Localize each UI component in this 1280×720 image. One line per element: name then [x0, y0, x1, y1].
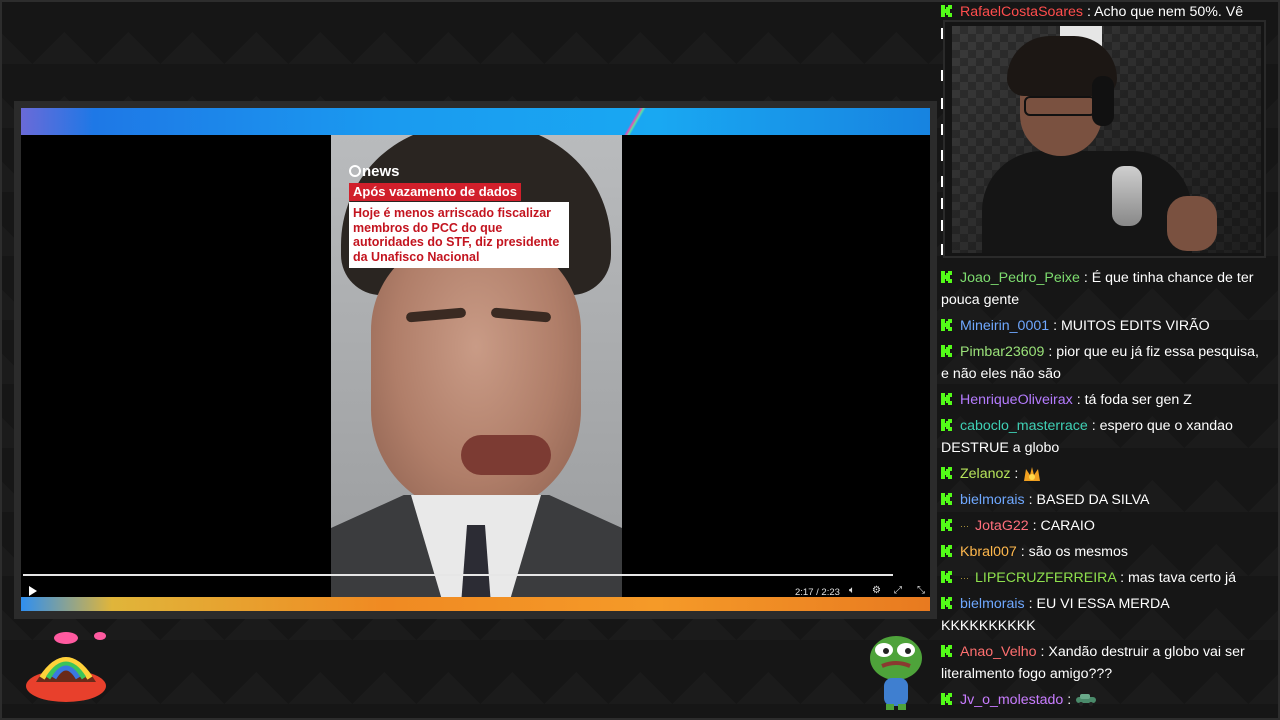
chat-username[interactable]: Joao_Pedro_Peixe [960, 270, 1080, 286]
kick-badge-icon [941, 393, 952, 405]
chat-message: ··· JotaG22 : CARAIO [941, 515, 1266, 537]
rainbow-mascot-icon [22, 628, 110, 708]
news-logo-text: news [362, 162, 400, 180]
chat-message: bielmorais : BASED DA SILVA [941, 489, 1266, 511]
chat-username[interactable]: Anao_Velho [960, 644, 1037, 660]
pepe-frog-icon [864, 630, 926, 710]
news-logo: news [349, 162, 400, 180]
kick-badge-icon [941, 519, 952, 531]
play-icon[interactable] [29, 586, 37, 596]
fire-crown-emote-icon [1022, 465, 1042, 483]
chat-message-text: são os mesmos [1028, 544, 1128, 560]
chat-username[interactable]: Kbral007 [960, 544, 1017, 560]
kick-badge-icon [941, 597, 952, 609]
video-progress-bar[interactable] [23, 574, 893, 576]
kick-badge-icon [941, 645, 952, 657]
chat-message-text: Acho que nem 50%. Vê [1094, 4, 1244, 20]
kick-badge-icon [941, 345, 952, 357]
chat-username[interactable]: caboclo_masterrace [960, 418, 1088, 434]
kick-badge-icon [941, 545, 952, 557]
kick-badge-icon [941, 693, 952, 705]
chat-message-text: BASED DA SILVA [1036, 492, 1150, 508]
chat-message: bielmorais : EU VI ESSA MERDA KKKKKKKKKK [941, 596, 1169, 634]
fullscreen-icon[interactable]: ⤡ [917, 586, 925, 596]
chat-message: Joao_Pedro_Peixe : É que tinha chance de… [941, 270, 1254, 308]
chat-message: Mineirin_0001 : MUITOS EDITS VIRÃO [941, 315, 1266, 337]
settings-icon[interactable]: ⚙︎ [872, 586, 881, 596]
chat-message-text: CARAIO [1040, 518, 1095, 534]
chat-username[interactable]: HenriqueOliveirax [960, 392, 1073, 408]
video-bottom-banner [21, 597, 930, 611]
webcam-feed [952, 26, 1261, 253]
video-top-banner [21, 108, 930, 135]
chat-message-text: mas tava certo já [1127, 570, 1236, 586]
kick-badge-icon [941, 493, 952, 505]
sub-badge-icon: ··· [960, 573, 969, 584]
globo-icon [349, 165, 361, 177]
news-headline: Hoje é menos arriscado fiscalizar membro… [349, 202, 569, 268]
chat-username[interactable]: LIPECRUZFERREIRA [975, 570, 1116, 586]
chat-message: Pimbar23609 : pior que eu já fiz essa pe… [941, 344, 1259, 382]
kick-badge-icon [941, 419, 952, 431]
chat-username[interactable]: bielmorais [960, 596, 1025, 612]
chat-message-text: tá foda ser gen Z [1084, 392, 1192, 408]
volume-icon[interactable]: 🔈︎ [849, 586, 855, 596]
kick-badge-icon [941, 571, 952, 583]
chat-username[interactable]: Pimbar23609 [960, 344, 1044, 360]
sub-badge-icon: ··· [960, 521, 969, 532]
car-emote-icon [1075, 691, 1097, 709]
kick-badge-icon [941, 467, 952, 479]
chat-message: Kbral007 : são os mesmos [941, 541, 1266, 563]
chat-message-text: MUITOS EDITS VIRÃO [1060, 318, 1210, 334]
chat-message: Jv_o_molestado : [941, 689, 1266, 711]
chat-message: HenriqueOliveirax : tá foda ser gen Z [941, 389, 1266, 411]
chat-message: ··· LIPECRUZFERREIRA : mas tava certo já [941, 567, 1266, 589]
news-tag: Após vazamento de dados [349, 183, 521, 201]
pip-icon[interactable]: ⤢ [894, 586, 902, 596]
chat-username[interactable]: Mineirin_0001 [960, 318, 1049, 334]
chat-username[interactable]: Zelanoz [960, 466, 1010, 482]
chat-username[interactable]: bielmorais [960, 492, 1025, 508]
chat-username[interactable]: Jv_o_molestado [960, 692, 1063, 708]
chat-username[interactable]: RafaelCostaSoares [960, 4, 1083, 20]
kick-badge-icon [941, 319, 952, 331]
video-controls: 2:17 / 2:23 🔈︎ ⚙︎ ⤢ ⤡ [21, 584, 930, 598]
kick-badge-icon [941, 271, 952, 283]
chat-message: Zelanoz : [941, 463, 1266, 485]
chat-username[interactable]: JotaG22 [975, 518, 1029, 534]
chat-message: caboclo_masterrace : espero que o xandao… [941, 418, 1233, 456]
kick-badge-icon [941, 5, 952, 17]
chat-message: Anao_Velho : Xandão destruir a globo vai… [941, 644, 1245, 682]
